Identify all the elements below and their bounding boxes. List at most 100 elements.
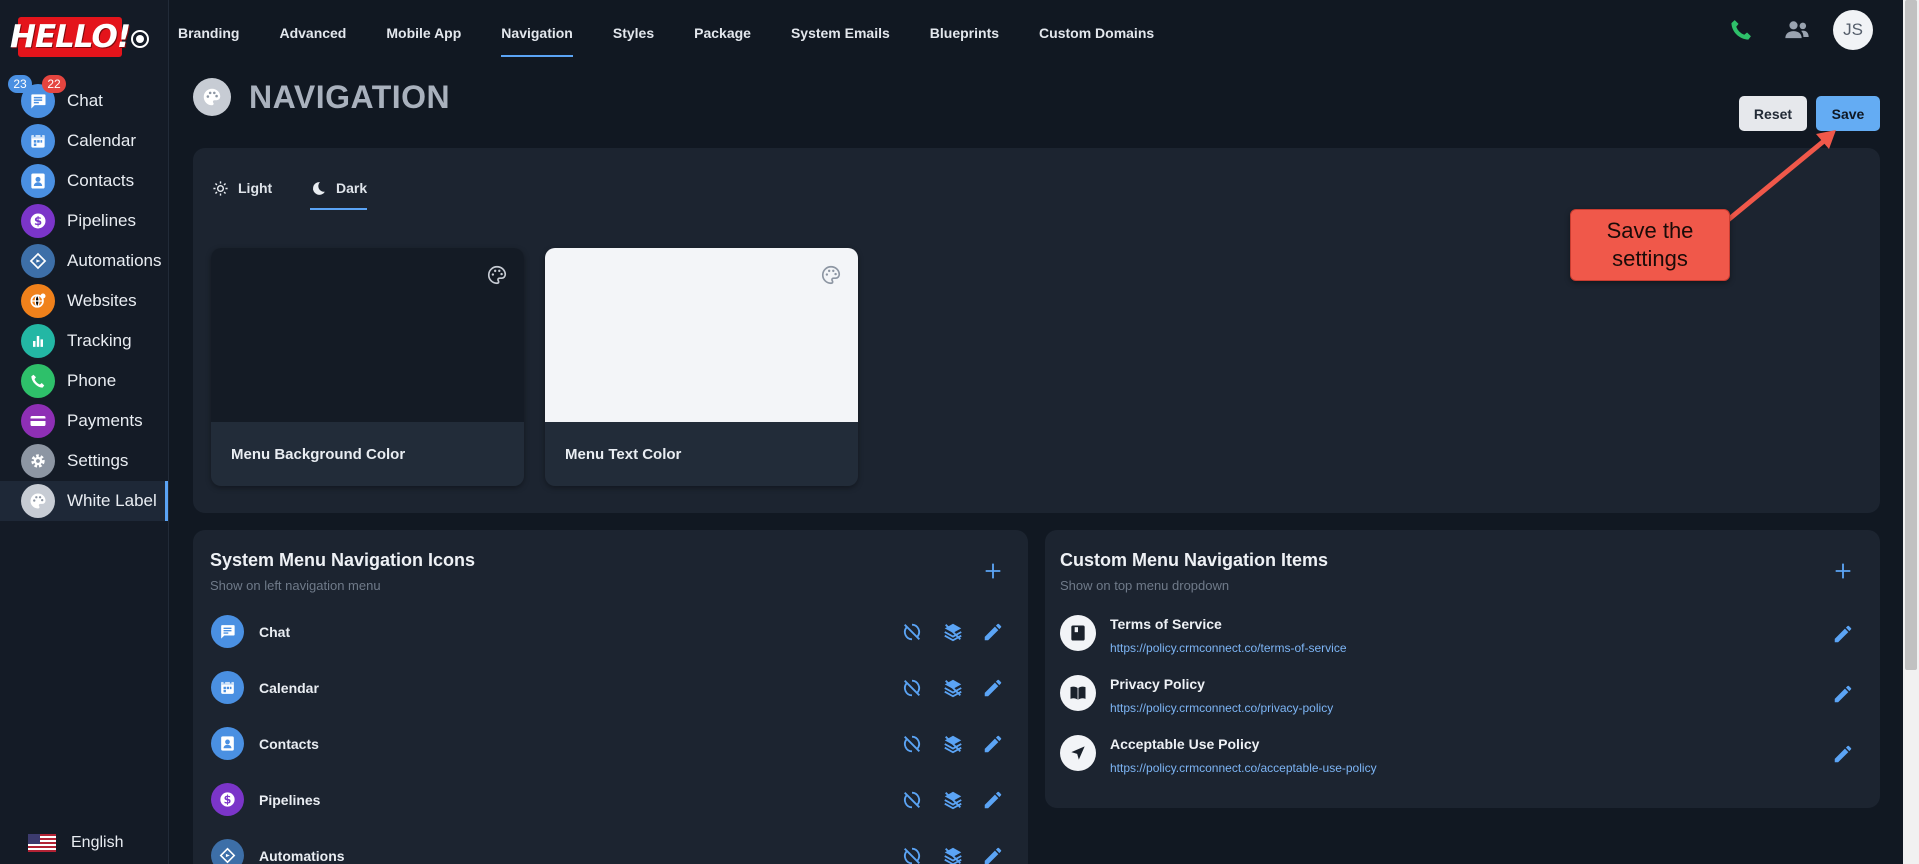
card-label: Menu Background Color [231,446,406,463]
tab-dark-mode[interactable]: Dark [310,170,368,210]
add-custom-item-icon[interactable] [1832,560,1854,582]
dark-mode-label: Dark [336,180,368,196]
custom-item-url[interactable]: https://policy.crmconnect.co/privacy-pol… [1110,701,1333,715]
tab-advanced[interactable]: Advanced [279,0,346,66]
settings-tabs: Branding Advanced Mobile App Navigation … [178,0,1194,66]
callout-arrow [1725,130,1836,223]
hide-icon[interactable] [901,845,923,864]
menu-text-color-card[interactable]: Menu Text Color [545,248,858,486]
avatar[interactable]: JS [1833,10,1873,50]
navigation-arrow-icon [1060,735,1096,771]
system-menu-subtitle: Show on left navigation menu [210,578,381,593]
custom-menu-subtitle: Show on top menu dropdown [1060,578,1230,593]
tab-branding[interactable]: Branding [178,0,239,66]
language-selector[interactable]: English [28,834,123,852]
sidebar-item-pipelines[interactable]: $ Pipelines [0,201,168,241]
sidebar-item-label: Payments [67,411,143,430]
edit-icon[interactable] [1832,743,1854,765]
system-item-label: Calendar [259,680,319,696]
system-item-label: Pipelines [259,792,321,808]
tab-package[interactable]: Package [694,0,751,66]
tab-custom-domains[interactable]: Custom Domains [1039,0,1154,66]
edit-icon[interactable] [1832,683,1854,705]
custom-item-url[interactable]: https://policy.crmconnect.co/terms-of-se… [1110,641,1347,655]
hello-logo[interactable]: HELLO! [10,17,131,57]
us-flag-icon [28,834,56,852]
color-swatch[interactable] [545,248,858,422]
phone-icon [21,364,55,398]
page-header: NAVIGATION [193,78,450,116]
automation-icon [211,839,244,864]
mobile-hide-icon[interactable] [942,789,964,811]
sidebar-item-websites[interactable]: Websites [0,281,168,321]
sidebar-item-automations[interactable]: Automations [0,241,168,281]
svg-text:$: $ [34,214,42,228]
sidebar-item-label: Pipelines [67,211,136,230]
globe-icon [21,284,55,318]
automation-icon [21,244,55,278]
edit-icon[interactable] [982,789,1004,811]
palette-icon[interactable] [486,264,508,286]
custom-item-title: Privacy Policy [1110,676,1205,692]
save-settings-callout: Save the settings [1570,209,1730,281]
sidebar-item-tracking[interactable]: Tracking [0,321,168,361]
sun-icon [213,180,228,196]
palette-icon[interactable] [820,264,842,286]
calendar-icon [21,124,55,158]
tab-mobile-app[interactable]: Mobile App [386,0,461,66]
hide-icon[interactable] [901,621,923,643]
phone-icon[interactable] [1727,16,1755,44]
chart-icon [21,324,55,358]
sidebar-item-calendar[interactable]: Calendar [0,121,168,161]
menu-background-color-card[interactable]: Menu Background Color [211,248,524,486]
sidebar-item-label: Chat [67,91,103,110]
tab-light-mode[interactable]: Light [212,170,272,206]
tab-blueprints[interactable]: Blueprints [930,0,999,66]
mobile-hide-icon[interactable] [942,845,964,864]
custom-item-url[interactable]: https://policy.crmconnect.co/acceptable-… [1110,761,1377,775]
system-menu-title: System Menu Navigation Icons [210,550,476,570]
sidebar-item-settings[interactable]: Settings [0,441,168,481]
tab-system-emails[interactable]: System Emails [791,0,890,66]
mobile-hide-icon[interactable] [942,733,964,755]
hide-icon[interactable] [901,677,923,699]
sidebar-toggle-icon[interactable] [131,30,149,48]
card-label: Menu Text Color [565,446,682,463]
tab-navigation[interactable]: Navigation [501,0,573,66]
add-system-item-icon[interactable] [982,560,1004,582]
sidebar-item-payments[interactable]: Payments [0,401,168,441]
sidebar-item-label: Websites [67,291,137,310]
hide-icon[interactable] [901,733,923,755]
sidebar-item-phone[interactable]: Phone [0,361,168,401]
card-icon [21,404,55,438]
mobile-hide-icon[interactable] [942,621,964,643]
edit-icon[interactable] [982,677,1004,699]
mobile-hide-icon[interactable] [942,677,964,699]
sidebar-item-contacts[interactable]: Contacts [0,161,168,201]
book-icon [1060,675,1096,711]
svg-text:$: $ [224,793,232,806]
sidebar-item-white-label[interactable]: White Label [0,481,168,521]
sidebar-item-label: Tracking [67,331,132,350]
page-scrollbar[interactable] [1903,0,1919,864]
edit-icon[interactable] [982,621,1004,643]
edit-icon[interactable] [982,733,1004,755]
color-swatch[interactable] [211,248,524,422]
edit-icon[interactable] [1832,623,1854,645]
sidebar-item-label: Settings [67,451,129,470]
document-icon [1060,615,1096,651]
chat-alert-badge: 22 [42,75,66,93]
hide-icon[interactable] [901,789,923,811]
contacts-icon [211,727,244,760]
chat-unread-badge: 23 [8,75,32,93]
edit-icon[interactable] [982,845,1004,864]
users-icon[interactable] [1783,16,1811,44]
language-label: English [71,834,124,851]
tab-styles[interactable]: Styles [613,0,654,66]
sidebar: HELLO! Chat 23 22 Calendar Contacts $ Pi… [0,0,169,864]
sidebar-item-label: Automations [67,251,162,270]
gear-icon [21,444,55,478]
custom-item-title: Acceptable Use Policy [1110,736,1260,752]
moon-icon [312,181,325,195]
scrollbar-thumb[interactable] [1905,0,1917,670]
